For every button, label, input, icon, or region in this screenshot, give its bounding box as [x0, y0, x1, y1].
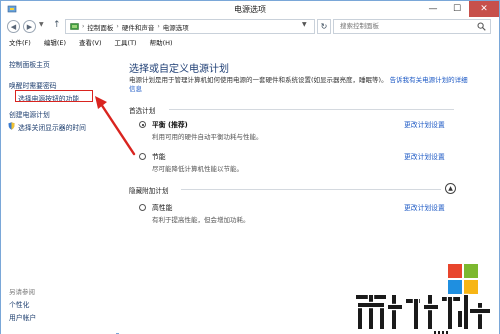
minimize-button[interactable]: — — [421, 1, 445, 17]
sidebar-item-personalization[interactable]: 个性化 — [9, 299, 29, 309]
plan-balanced-desc: 利用可用的硬件自动平衡功耗与性能。 — [152, 133, 263, 141]
search-icon — [477, 22, 486, 31]
breadcrumb-power-options[interactable]: 电源选项 — [163, 22, 189, 32]
preferred-plans-heading: 首选计划 — [129, 107, 156, 115]
page-description: 电源计划是用于管理计算机如何使用电源的一套硬件和系统设置(如显示器亮度，睡眠等)… — [129, 76, 469, 94]
breadcrumb-separator: › — [116, 23, 119, 30]
breadcrumb-hardware-sound[interactable]: 硬件和声音 — [122, 22, 155, 32]
menu-bar: 文件(F) 编辑(E) 查看(V) 工具(T) 帮助(H) — [1, 37, 499, 50]
breadcrumb-control-panel[interactable]: 控制面板 — [87, 22, 113, 32]
sidebar-item-display-off-time[interactable]: 选择关闭显示器的时间 — [18, 122, 86, 132]
menu-edit[interactable]: 编辑(E) — [44, 37, 66, 50]
sidebar-item-create-plan[interactable]: 创建电源计划 — [9, 109, 50, 119]
forward-button[interactable]: ▶ — [23, 20, 36, 33]
highlight-box — [15, 90, 93, 102]
plan-high-performance-desc: 有利于提高性能，但会增加功耗。 — [152, 216, 250, 224]
section-divider — [181, 189, 441, 190]
plan-balanced-radio[interactable] — [139, 121, 146, 128]
close-button[interactable]: ✕ — [469, 1, 499, 17]
section-divider — [169, 109, 454, 110]
breadcrumb-separator: › — [82, 23, 85, 30]
address-dropdown-icon[interactable]: ▼ — [302, 21, 307, 28]
recent-pages-dropdown-icon[interactable]: ▼ — [39, 21, 44, 28]
see-also-heading: 另请参阅 — [9, 288, 35, 296]
breadcrumb-separator: › — [157, 23, 160, 30]
plan-high-performance-name[interactable]: 高性能 — [152, 202, 172, 212]
hidden-plans-heading[interactable]: 隐藏附加计划 — [129, 185, 169, 195]
plan-power-saver-radio[interactable] — [139, 153, 146, 160]
watermark-brand-icon — [354, 293, 492, 334]
plan-power-saver-change-settings[interactable]: 更改计划设置 — [404, 151, 445, 161]
description-text: 电源计划是用于管理计算机如何使用电源的一套硬件和系统设置(如显示器亮度，睡眠等)… — [129, 76, 388, 84]
plan-power-saver-name[interactable]: 节能 — [152, 151, 166, 161]
sidebar-item-user-accounts[interactable]: 用户帐户 — [9, 312, 36, 322]
plan-balanced-change-settings[interactable]: 更改计划设置 — [404, 119, 445, 129]
sidebar-control-panel-home[interactable]: 控制面板主页 — [9, 59, 50, 69]
plan-power-saver-desc: 尽可能降低计算机性能以节能。 — [152, 165, 243, 173]
search-box[interactable] — [333, 19, 491, 34]
sidebar: 控制面板主页 唤醒时需要密码 选择电源按钮的功能 创建电源计划 选择关闭显示器的… — [1, 50, 116, 334]
navigation-bar: ◀ ▶ ▼ ↑ › 控制面板 › 硬件和声音 › 电源选项 ▼ ↻ — [1, 17, 499, 37]
maximize-button[interactable]: ☐ — [445, 1, 469, 17]
page-title: 选择或自定义电源计划 — [129, 64, 229, 75]
watermark-logo-icon — [448, 264, 478, 294]
shield-icon — [8, 122, 15, 130]
power-options-window: 电源选项 — ☐ ✕ ◀ ▶ ▼ ↑ › 控制面板 › 硬件和声音 › 电源选项… — [0, 0, 500, 334]
sidebar-item-require-password[interactable]: 唤醒时需要密码 — [9, 80, 57, 90]
menu-view[interactable]: 查看(V) — [79, 37, 102, 50]
menu-tools[interactable]: 工具(T) — [115, 37, 137, 50]
refresh-button[interactable]: ↻ — [317, 19, 331, 34]
control-panel-icon — [70, 23, 79, 30]
menu-file[interactable]: 文件(F) — [9, 37, 31, 50]
menu-help[interactable]: 帮助(H) — [150, 37, 173, 50]
back-button[interactable]: ◀ — [7, 20, 20, 33]
title-bar: 电源选项 — ☐ ✕ — [1, 1, 499, 17]
collapse-chevron-up-icon[interactable]: ▲ — [445, 183, 456, 194]
plan-high-performance-change-settings[interactable]: 更改计划设置 — [404, 202, 445, 212]
plan-balanced-name[interactable]: 平衡 (推荐) — [152, 119, 188, 129]
up-arrow-icon[interactable]: ↑ — [53, 20, 61, 30]
plan-high-performance-radio[interactable] — [139, 204, 146, 211]
search-input[interactable] — [340, 22, 470, 30]
address-bar[interactable]: › 控制面板 › 硬件和声音 › 电源选项 — [65, 19, 315, 34]
